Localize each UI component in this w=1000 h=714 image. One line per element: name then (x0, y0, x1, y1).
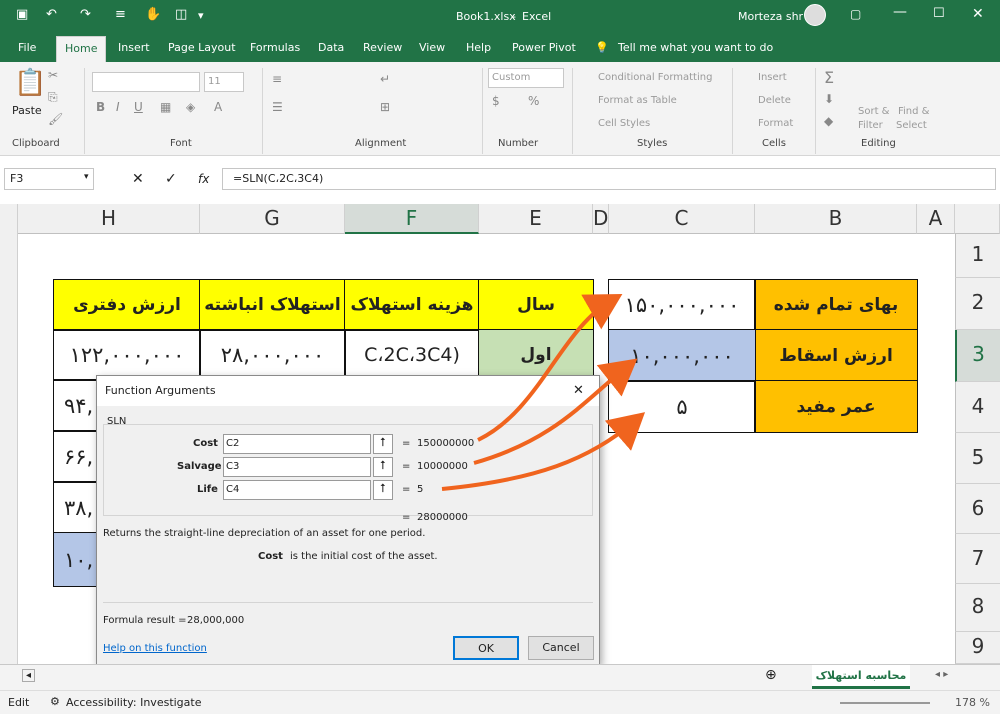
horizontal-scrollbar[interactable]: ◂ ▸ (935, 669, 948, 680)
mode-indicator: Edit (8, 696, 30, 709)
zoom-level[interactable]: 178 % (955, 696, 990, 709)
arrow-life (441, 412, 646, 491)
arrow-salvage (473, 358, 638, 465)
accessibility-icon[interactable]: ⚙ (50, 695, 60, 708)
scroll-left-icon[interactable]: ◂ (22, 669, 36, 682)
status-bar: Edit ⚙ Accessibility: Investigate 178 % (0, 690, 1000, 714)
zoom-slider[interactable] (840, 702, 930, 704)
sheet-tab-bar: ◂ ⊕ محاسبه استهلاک ◂ ▸ (0, 664, 1000, 690)
new-sheet-icon[interactable]: ⊕ (765, 667, 777, 683)
accessibility-status[interactable]: Accessibility: Investigate (66, 696, 202, 709)
arrow-cost (477, 293, 623, 442)
sheet-tab-depreciation[interactable]: محاسبه استهلاک (812, 665, 910, 689)
annotation-arrows (441, 293, 646, 491)
